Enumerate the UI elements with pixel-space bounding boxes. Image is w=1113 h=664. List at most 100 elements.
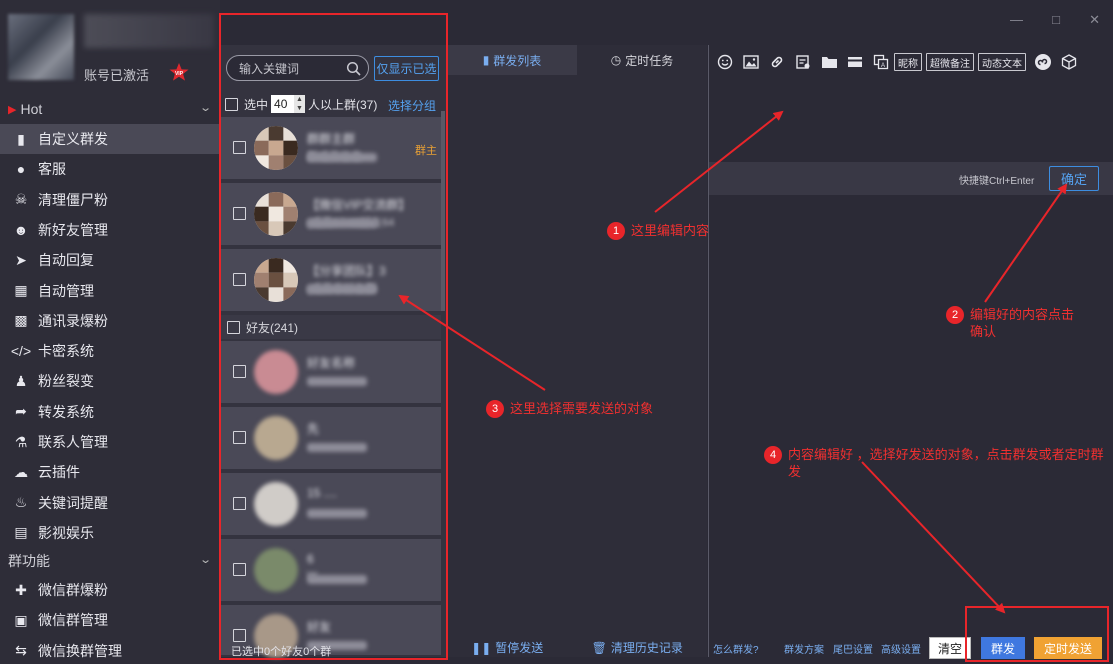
sidebar-item-2[interactable]: ☠ 清理僵尸粉 [0,185,220,215]
sidebar-item-label: 关键词提醒 [38,494,108,511]
tab-broadcast-list[interactable]: ▮ 群发列表 [447,45,577,75]
translate-icon[interactable]: A [868,51,894,73]
nickname-button[interactable]: 昵称 [894,53,922,71]
remark-button[interactable]: 超微备注 [926,53,974,71]
skull-icon: ☠ [14,191,28,208]
sidebar-item-label: 联系人管理 [38,434,108,450]
sidebar-item-5[interactable]: ▦ 自动管理 [0,276,220,306]
cloud-icon: ☁ [14,463,28,480]
mini-program-icon[interactable] [1030,51,1056,73]
account-avatar[interactable] [8,14,74,80]
annotation-1-text: 这里编辑内容 [631,223,710,238]
group-item-2[interactable]: ⇆ 微信换群管理 [0,636,220,664]
package-icon[interactable] [1056,51,1082,73]
broadcast-plan-link[interactable]: 群发方案 [784,641,824,656]
sidebar-item-11[interactable]: ☁ 云插件 [0,457,220,487]
briefcase-icon: ▣ [14,611,28,628]
editor-toolbar: A 昵称 超微备注 动态文本 [709,50,1113,74]
window-controls: — □ ✕ [1010,12,1100,32]
svg-text:A: A [881,63,885,69]
trash-icon: 🗑 [591,640,607,655]
group-item-label: 微信群管理 [38,612,108,629]
sidebar-item-6[interactable]: ▩ 通讯录爆粉 [0,306,220,336]
annotation-3: 3 这里选择需要发送的对象 [486,400,653,418]
sidebar-item-7[interactable]: </> 卡密系统 [0,336,220,366]
send-icon: ➤ [15,251,27,268]
annotation-4-number: 4 [764,446,782,464]
sidebar-item-label: 自定义群发 [38,131,108,147]
advanced-settings-link[interactable]: 高级设置 [881,641,921,656]
hot-icon: ▶ [8,103,17,116]
group-features-label: 群功能 [8,553,50,569]
group-item-label: 微信换群管理 [38,642,122,659]
clear-history-label: 清理历史记录 [610,640,683,655]
bell-icon: ♨ [14,494,28,511]
pause-send-button[interactable]: ❚❚ 暂停发送 [471,639,543,656]
image-icon[interactable] [738,51,764,73]
emoji-icon[interactable] [712,51,738,73]
group-item-0[interactable]: ✚ 微信群爆粉 [0,575,220,605]
group-item-label: 微信群爆粉 [38,582,108,598]
chevron-down-icon: ⌄ [198,102,212,114]
annotation-2-text: 编辑好的内容点击确认 [970,307,1075,339]
payment-card-icon[interactable] [842,51,868,73]
how-to-broadcast-link[interactable]: 怎么群发? [713,641,759,656]
sidebar-item-8[interactable]: ♟ 粉丝裂变 [0,366,220,396]
minimize-icon[interactable]: — [1010,12,1023,32]
sidebar-item-1[interactable]: ● 客服 [0,154,220,184]
hot-group-header[interactable]: ▶ Hot ⌄ [0,97,220,121]
folder-icon[interactable] [816,51,842,73]
sidebar-item-12[interactable]: ♨ 关键词提醒 [0,488,220,518]
sidebar-item-label: 清理僵尸粉 [38,191,108,208]
task-tabs: ▮ 群发列表 ◷ 定时任务 [447,45,707,75]
maximize-icon[interactable]: □ [1052,12,1060,32]
sidebar-item-label: 卡密系统 [38,343,94,360]
org-chart-icon: ⚗ [14,433,28,450]
tail-settings-link[interactable]: 尾巴设置 [833,641,873,656]
sidebar-item-label: 粉丝裂变 [38,373,94,390]
hot-group-label: Hot [20,101,43,117]
address-book-icon: ▩ [14,312,28,329]
clear-history-button[interactable]: 🗑 清理历史记录 [592,639,683,656]
tab-scheduled-tasks[interactable]: ◷ 定时任务 [577,45,707,75]
group-features-header[interactable]: 群功能 ⌄ [0,549,220,573]
dynamic-text-button[interactable]: 动态文本 [978,53,1026,71]
task-panel: ▮ 群发列表 ◷ 定时任务 ❚❚ 暂停发送 🗑 清理历史记录 [447,45,707,657]
task-footer: ❚❚ 暂停发送 🗑 清理历史记录 [447,637,707,657]
card-icon[interactable] [790,51,816,73]
user-icon: ● [16,161,26,178]
annotation-3-number: 3 [486,400,504,418]
sidebar-item-label: 自动回复 [38,252,94,269]
chat-bubble-icon: ▮ [482,53,490,67]
sidebar-item-label: 自动管理 [38,282,94,299]
annotation-2-number: 2 [946,306,964,324]
sidebar-item-3[interactable]: ☻ 新好友管理 [0,215,220,245]
message-editor: A 昵称 超微备注 动态文本 快捷键Ctrl+Enter 确定 怎么群发? 群发… [708,45,1113,659]
annotation-2: 2 编辑好的内容点击确认 [946,306,1074,340]
sidebar-item-0[interactable]: ▮ 自定义群发 [0,124,220,154]
account-name-blurred [84,14,214,48]
close-icon[interactable]: ✕ [1089,12,1100,32]
sidebar-item-label: 通讯录爆粉 [38,312,108,329]
pause-icon: ❚❚ [471,640,492,655]
sidebar-item-4[interactable]: ➤ 自动回复 [0,245,220,275]
contact-card-icon: ▦ [14,282,28,298]
account-status: 账号已激活 [84,68,150,83]
clock-icon: ◷ [610,53,622,67]
vip-badge-icon: VIP [169,63,189,81]
highlight-contact-panel [219,13,448,660]
sidebar-item-label: 客服 [38,161,66,178]
confirm-button[interactable]: 确定 [1049,166,1099,191]
sidebar-item-9[interactable]: ➦ 转发系统 [0,397,220,427]
add-user-icon: ✚ [15,581,27,598]
confirm-bar: 快捷键Ctrl+Enter 确定 [709,162,1113,195]
highlight-send-buttons [965,606,1109,662]
sidebar-item-10[interactable]: ⚗ 联系人管理 [0,427,220,457]
group-item-1[interactable]: ▣ 微信群管理 [0,605,220,635]
sidebar-item-13[interactable]: ▤ 影视娱乐 [0,518,220,548]
pause-send-label: 暂停发送 [495,640,544,655]
sidebar-item-label: 云插件 [38,464,80,481]
annotation-1: 1 这里编辑内容 [607,222,709,240]
person-icon: ☻ [13,221,29,238]
link-icon[interactable] [764,51,790,73]
